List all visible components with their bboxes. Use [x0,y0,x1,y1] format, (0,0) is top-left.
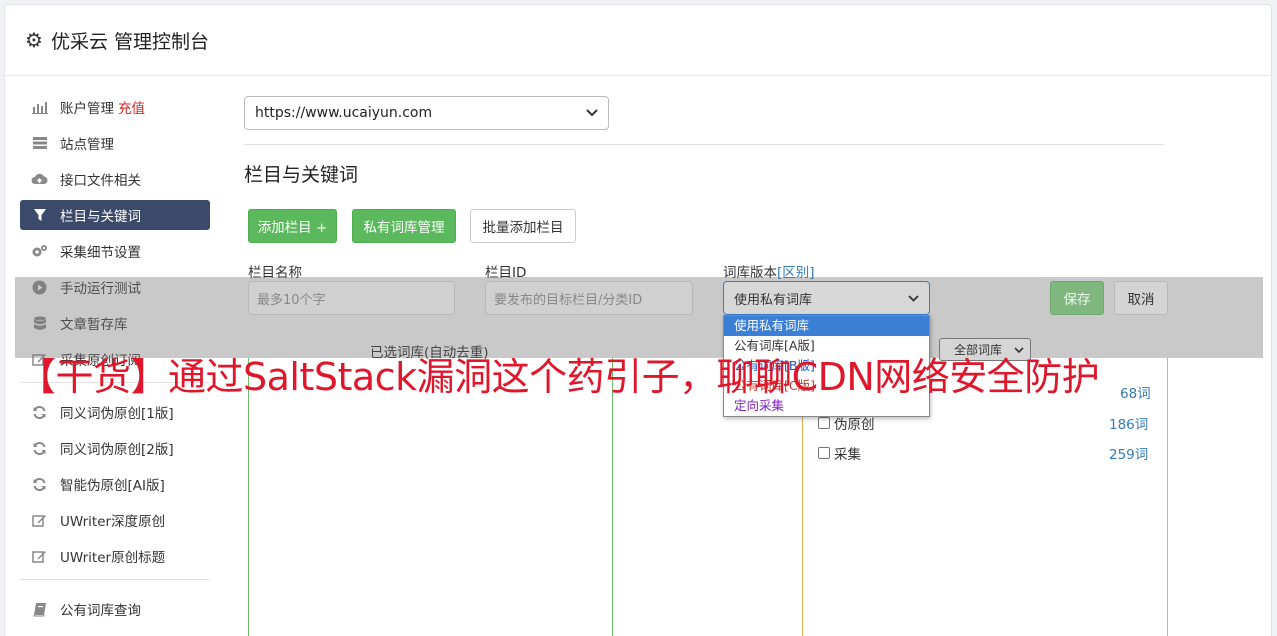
save-button[interactable]: 保存 [1050,281,1104,315]
sidebar-item-label: 公有词库查询 [60,603,141,619]
bar-chart-icon [31,99,48,116]
chevron-down-icon [586,105,598,121]
server-icon [31,135,48,152]
dropdown-option-private[interactable]: 使用私有词库 [724,316,929,336]
sidebar-item-label: 接口文件相关 [60,173,141,189]
sidebar-item-label: 同义词伪原创[1版] [60,406,174,422]
sidebar-item-public-lib-query[interactable]: 公有词库查询 [20,594,210,624]
batch-add-button[interactable]: 批量添加栏目 [470,209,576,243]
column-id-input[interactable]: 要发布的目标栏目/分类ID [485,281,693,315]
edit-icon [31,512,48,529]
recharge-link[interactable]: 充值 [118,97,145,117]
sidebar-item-label: 栏目与关键词 [60,209,141,225]
sidebar-item-uwriter-deep[interactable]: UWriter深度原创 [20,505,210,535]
lib-row-collect[interactable]: 采集 [818,443,861,463]
lib-count: 186词 [1109,417,1149,433]
lib-version-select[interactable]: 使用私有词库 [723,281,930,315]
headline-banner: 【干货】通过SaltStack漏洞这个药引子，聊聊CDN网络安全防护 [18,355,1100,399]
cogs-icon [31,243,48,260]
lib-checkbox[interactable] [818,417,830,429]
sidebar-item-api-files[interactable]: 接口文件相关 [20,164,210,194]
edit-icon [31,548,48,565]
cloud-upload-icon [31,171,48,188]
site-select-value: https://www.ucaiyun.com [255,105,433,121]
sidebar-item-synonym-v1[interactable]: 同义词伪原创[1版] [20,397,210,427]
book-icon [31,601,48,618]
section-title: 栏目与关键词 [244,164,359,186]
sidebar-item-ai-rewrite[interactable]: 智能伪原创[AI版] [20,469,210,499]
sidebar-item-label: 账户管理 [60,101,114,117]
sidebar-item-uwriter-title[interactable]: UWriter原创标题 [20,541,210,571]
refresh-icon [31,476,48,493]
console-header: ⚙ 优采云 管理控制台 [5,5,1271,76]
add-column-button[interactable]: 添加栏目 + [248,209,337,243]
page-title: 优采云 管理控制台 [50,30,209,53]
column-name-input[interactable]: 最多10个字 [248,281,455,315]
sidebar-item-label: UWriter深度原创 [60,514,166,530]
filter-icon [31,207,48,224]
cancel-button[interactable]: 取消 [1114,281,1168,315]
sidebar-item-label: 智能伪原创[AI版] [60,478,165,494]
sidebar-divider [20,579,210,580]
lib-checkbox[interactable] [818,447,830,459]
dropdown-option-public-a[interactable]: 公有词库[A版] [724,336,929,356]
lib-count-partial: 68词 [1120,386,1151,402]
refresh-icon [31,440,48,457]
refresh-icon [31,404,48,421]
sidebar-item-synonym-v2[interactable]: 同义词伪原创[2版] [20,433,210,463]
gear-icon: ⚙ [25,28,43,52]
sidebar-item-label: UWriter原创标题 [60,550,166,566]
sidebar-item-account[interactable]: 账户管理 充值 [20,92,210,122]
lib-version-value: 使用私有词库 [734,292,813,308]
private-lib-button[interactable]: 私有词库管理 [352,209,456,243]
sidebar-item-columns-keywords[interactable]: 栏目与关键词 [20,200,210,230]
divider [244,144,1164,145]
lib-count: 259词 [1109,447,1149,463]
site-select[interactable]: https://www.ucaiyun.com [244,96,609,130]
sidebar-item-sites[interactable]: 站点管理 [20,128,210,158]
sidebar-item-collect-settings[interactable]: 采集细节设置 [20,236,210,266]
lib-name: 采集 [834,447,861,463]
sidebar-item-label: 同义词伪原创[2版] [60,442,174,458]
column-name-placeholder: 最多10个字 [257,292,326,308]
chevron-down-icon [908,291,919,306]
sidebar-item-label: 采集细节设置 [60,245,141,261]
sidebar-item-label: 站点管理 [60,137,114,153]
column-id-placeholder: 要发布的目标栏目/分类ID [494,292,643,308]
